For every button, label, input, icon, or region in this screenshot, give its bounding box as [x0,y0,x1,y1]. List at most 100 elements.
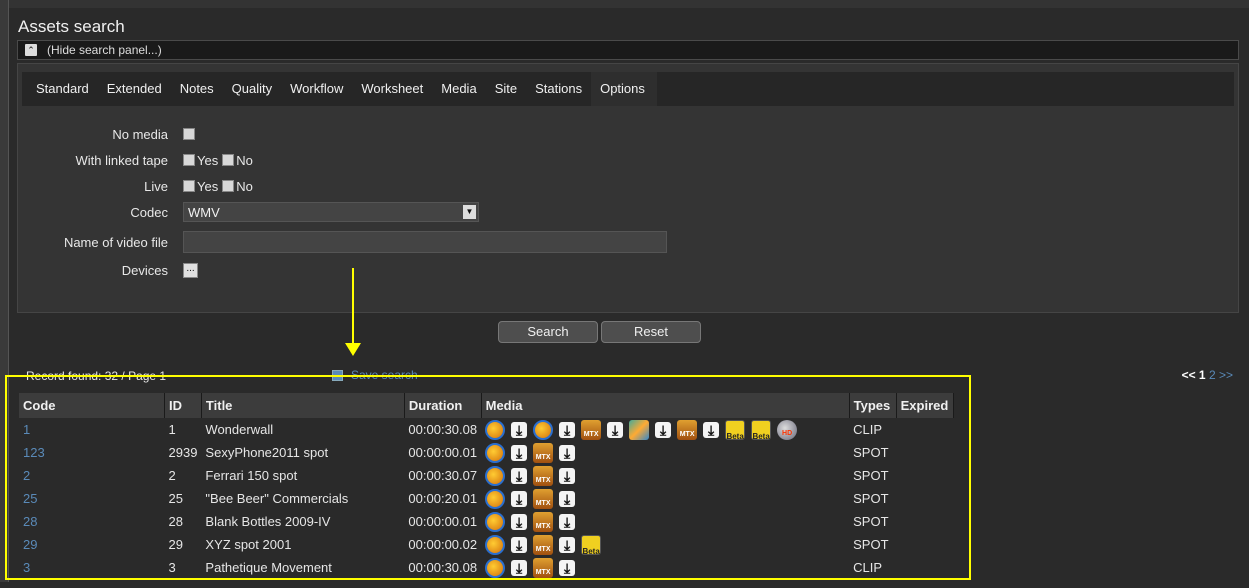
download-icon[interactable]: ⤓ [607,421,624,438]
animation-icon[interactable] [629,419,650,440]
mtx-icon[interactable]: MTX [581,419,602,440]
pager-next[interactable]: >> [1219,368,1233,382]
tab-workflow[interactable]: Workflow [281,72,352,106]
mtx-icon[interactable]: MTX [533,442,554,463]
download-icon[interactable]: ⤓ [511,444,528,461]
tab-media[interactable]: Media [432,72,485,106]
cell-title: Wonderwall [205,422,274,437]
save-search-label[interactable]: Save search [351,368,418,382]
tab-notes[interactable]: Notes [171,72,223,106]
devices-picker-button[interactable]: ... [183,262,198,278]
cell-code[interactable]: 123 [19,441,165,464]
beta-icon[interactable]: Beta [581,534,602,556]
tab-standard[interactable]: Standard [22,72,98,106]
no-media-checkbox[interactable] [183,128,195,140]
download-icon[interactable]: ⤓ [559,559,576,576]
chevron-down-icon[interactable]: ▼ [463,205,476,219]
cell-expired [896,441,953,464]
cell-title: XYZ spot 2001 [205,537,292,552]
download-icon[interactable]: ⤓ [559,421,576,438]
cell-code[interactable]: 28 [19,510,165,533]
column-header-id[interactable]: ID [164,393,202,418]
table-row[interactable]: 25 25 "Bee Beer" Commercials 00:00:20.01 ⤓ MT… [19,487,953,510]
video-file-input[interactable] [183,231,667,253]
download-icon[interactable]: ⤓ [559,467,576,484]
column-header-code[interactable]: Code [19,393,165,418]
video-file-label: Name of video file [63,234,168,250]
play-icon[interactable] [485,419,506,440]
play-icon[interactable] [485,557,506,578]
cell-type: SPOT [853,491,889,506]
pager-prev[interactable]: << [1182,368,1196,382]
play-icon[interactable] [485,488,506,509]
table-row[interactable]: 3 3 Pathetique Movement 00:00:30.08 ⤓ MTX ⤓ CLI… [19,556,953,579]
media-icons: ⤓ MTX ⤓ [485,511,845,532]
download-icon[interactable]: ⤓ [559,536,576,553]
column-header-types[interactable]: Types [849,393,897,418]
mtx-icon[interactable]: MTX [533,465,554,486]
play-icon[interactable] [485,511,506,532]
linked-tape-no-checkbox[interactable] [222,154,235,166]
download-icon[interactable]: ⤓ [511,421,528,438]
download-icon[interactable]: ⤓ [559,513,576,530]
media-icons: ⤓ MTX ⤓ Beta [485,534,845,556]
download-icon[interactable]: ⤓ [511,513,528,530]
cell-code[interactable]: 1 [19,418,165,441]
table-row[interactable]: 28 28 Blank Bottles 2009-IV 00:00:00.01 ⤓ MTX… [19,510,953,533]
tab-quality[interactable]: Quality [223,72,281,106]
column-header-duration[interactable]: Duration [404,393,482,418]
play-icon[interactable] [533,419,554,440]
pager-page-2[interactable]: 2 [1209,368,1216,382]
table-row[interactable]: 2 2 Ferrari 150 spot 00:00:30.07 ⤓ MTX ⤓ SPOT [19,464,953,487]
tab-extended[interactable]: Extended [98,72,171,106]
hide-search-panel-bar[interactable]: ⌃ (Hide search panel...) [17,40,1239,60]
save-search-link[interactable]: Save search [332,368,418,382]
beta-icon[interactable]: Beta [725,419,746,441]
chevron-up-icon[interactable]: ⌃ [25,44,37,56]
column-header-media[interactable]: Media [481,393,850,418]
table-row[interactable]: 29 29 XYZ spot 2001 00:00:00.02 ⤓ MTX ⤓ Beta SPO… [19,533,953,556]
tab-stations[interactable]: Stations [526,72,591,106]
annotation-arrow-shaft [352,268,354,345]
tab-options[interactable]: Options [591,72,657,106]
cell-code[interactable]: 25 [19,487,165,510]
download-icon[interactable]: ⤓ [559,444,576,461]
cell-code[interactable]: 2 [19,464,165,487]
media-icons: ⤓ MTX ⤓ [485,442,845,463]
reset-button[interactable]: Reset [601,321,701,343]
live-yes-checkbox[interactable] [183,180,195,192]
cell-code[interactable]: 29 [19,533,165,556]
tab-worksheet[interactable]: Worksheet [352,72,432,106]
codec-select[interactable]: WMV ▼ [183,202,479,222]
cell-code[interactable]: 3 [19,556,165,579]
search-button[interactable]: Search [498,321,598,343]
play-icon[interactable] [485,442,506,463]
table-row[interactable]: 123 2939 SexyPhone2011 spot 00:00:00.01 ⤓ MTX… [19,441,953,464]
cell-media: ⤓ MTX ⤓ [481,464,849,487]
mtx-icon[interactable]: MTX [533,534,554,555]
table-row[interactable]: 1 1 Wonderwall 00:00:30.08 ⤓ ⤓ MTX ⤓ ⤓ MTX ⤓ Beta Be… [19,418,953,441]
hd-icon[interactable]: HD [777,419,798,440]
tab-site[interactable]: Site [486,72,526,106]
mtx-icon[interactable]: MTX [533,557,554,578]
play-icon[interactable] [485,534,506,555]
beta-icon[interactable]: Beta [751,419,772,441]
hide-search-panel-label[interactable]: (Hide search panel...) [47,43,162,57]
download-icon[interactable]: ⤓ [559,490,576,507]
play-icon[interactable] [485,465,506,486]
download-icon[interactable]: ⤓ [511,467,528,484]
column-header-expired[interactable]: Expired [896,393,954,418]
live-no-checkbox[interactable] [222,180,235,192]
download-icon[interactable]: ⤓ [655,421,672,438]
mtx-icon[interactable]: MTX [677,419,698,440]
mtx-icon[interactable]: MTX [533,511,554,532]
cell-id: 2 [168,468,176,483]
cell-media: ⤓ MTX ⤓ [481,487,849,510]
mtx-icon[interactable]: MTX [533,488,554,509]
column-header-title[interactable]: Title [201,393,405,418]
download-icon[interactable]: ⤓ [511,559,528,576]
linked-tape-yes-checkbox[interactable] [183,154,195,166]
download-icon[interactable]: ⤓ [511,536,528,553]
download-icon[interactable]: ⤓ [511,490,528,507]
download-icon[interactable]: ⤓ [703,421,720,438]
